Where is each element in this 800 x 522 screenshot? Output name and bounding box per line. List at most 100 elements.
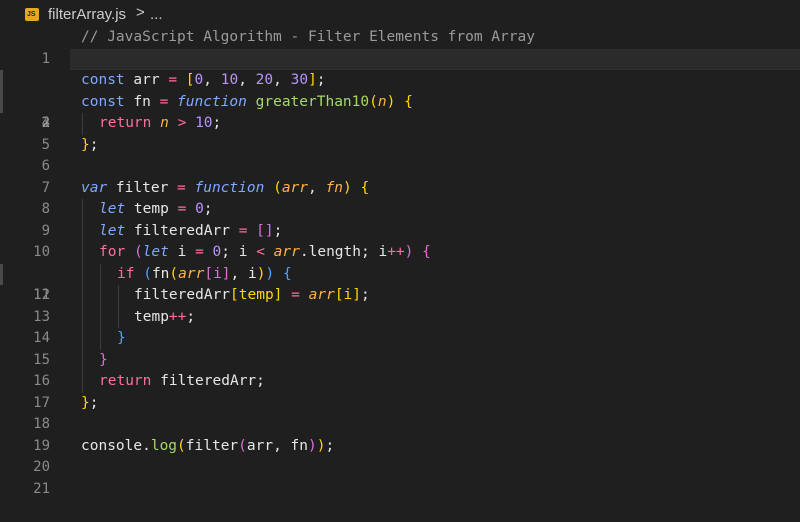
token-punctuation: ; xyxy=(256,373,265,389)
token-punctuation: ; xyxy=(316,72,326,88)
token-keyword: if xyxy=(117,265,135,282)
code-line-19[interactable]: 19 xyxy=(0,414,800,454)
code-line-21[interactable]: 21 xyxy=(0,457,800,497)
token-bracket: } xyxy=(81,136,90,153)
indent-guide xyxy=(118,285,119,307)
code-line-13[interactable]: 13 filteredArr[temp] = arr[i]; xyxy=(0,285,800,325)
token-punctuation: , xyxy=(273,72,291,88)
code-line-4[interactable]: 4 const fn = function greaterThan10(n) { xyxy=(0,92,800,132)
token-identifier: filteredArr xyxy=(134,287,231,303)
code-line-16[interactable]: 16 } xyxy=(0,349,800,389)
token-number: 0 xyxy=(195,201,204,217)
token-bracket: { xyxy=(282,265,292,282)
token-operator: = xyxy=(159,93,169,110)
token-identifier: ; i xyxy=(221,244,257,260)
indent-guide xyxy=(82,199,83,221)
code-line-8[interactable]: 8 var filter = function (arr, fn) { xyxy=(0,178,800,218)
token-keyword: return xyxy=(99,115,152,131)
code-line-6[interactable]: 6 }; xyxy=(0,135,800,175)
token-parameter: arr xyxy=(273,244,300,260)
token-bracket: { xyxy=(360,179,370,196)
token-identifier: arr xyxy=(124,72,169,88)
token-keyword: let xyxy=(99,201,126,217)
indent-guide xyxy=(100,263,101,285)
token-bracket: ( xyxy=(133,244,143,260)
token-bracket: [] xyxy=(256,222,274,239)
breadcrumb-symbol-path[interactable]: ... xyxy=(150,6,163,23)
token-keyword: const xyxy=(81,93,125,110)
indent-guide xyxy=(100,285,101,307)
token-operator: = xyxy=(195,244,204,260)
breadcrumb-file-name[interactable]: filterArray.js xyxy=(48,6,126,23)
token-identifier: filteredArr xyxy=(125,222,239,239)
token-punctuation: . xyxy=(142,437,151,454)
token-punctuation: ; xyxy=(89,136,99,153)
token-identifier: fn xyxy=(124,93,160,110)
code-line-10[interactable]: 10 let filteredArr = []; xyxy=(0,220,800,260)
token-bracket: ( xyxy=(369,93,378,110)
token-bracket: ( xyxy=(177,437,186,454)
code-line-17[interactable]: 17 return filteredArr; xyxy=(0,371,800,411)
code-line-12[interactable]: 12 if (fn(arr[i], i)) { xyxy=(0,263,800,303)
token-identifier: .length; i xyxy=(299,244,388,260)
token-punctuation: , xyxy=(203,72,221,88)
indent-guide xyxy=(82,263,83,285)
token-identifier: filter xyxy=(185,437,239,454)
indent-guide xyxy=(82,328,83,350)
token-identifier: i xyxy=(168,244,196,260)
token-punctuation: , xyxy=(308,179,326,196)
token-function-name: log xyxy=(150,437,178,454)
code-line-3[interactable]: 3 const arr = [0, 10, 20, 30]; xyxy=(0,70,800,131)
token-operator: ++ xyxy=(168,308,187,325)
code-line-7[interactable]: 7 xyxy=(0,156,800,196)
code-line-5[interactable]: 5 return n > 10; xyxy=(0,113,800,153)
token-identifier: arr, fn xyxy=(246,437,309,454)
indent-guide xyxy=(82,113,83,135)
token-bracket: [i] xyxy=(204,265,231,282)
token-keyword: function xyxy=(177,93,247,110)
code-line-14[interactable]: 14 temp++; xyxy=(0,306,800,346)
code-line-20[interactable]: 20 console.log(filter(arr, fn)); xyxy=(0,436,800,476)
token-bracket: ( xyxy=(238,437,247,454)
token-parameter: n xyxy=(160,115,169,131)
token-number: 0 xyxy=(212,244,222,260)
token-keyword: let xyxy=(99,222,126,239)
token-bracket: [ xyxy=(185,72,195,88)
token-bracket: ( xyxy=(143,265,152,282)
code-line-18[interactable]: 18 }; xyxy=(0,393,800,433)
token-bracket: ] xyxy=(308,72,317,88)
code-editor[interactable]: 1 // JavaScript Algorithm - Filter Eleme… xyxy=(0,27,800,497)
token-bracket: ( xyxy=(169,265,179,282)
token-bracket: ( xyxy=(273,179,282,196)
token-operator: < xyxy=(256,244,265,260)
token-number: 0 xyxy=(194,72,204,88)
indent-guide xyxy=(100,306,101,328)
token-operator: ++ xyxy=(387,244,405,260)
token-bracket: } xyxy=(117,330,126,346)
code-line-1[interactable]: 1 // JavaScript Algorithm - Filter Eleme… xyxy=(0,27,800,67)
token-function-name: greaterThan10 xyxy=(255,93,370,110)
chevron-right-icon: > xyxy=(136,4,145,21)
indent-guide xyxy=(82,349,83,371)
line-number: 21 xyxy=(33,480,50,497)
code-line-11[interactable]: 11 for (let i = 0; i < arr.length; i++) … xyxy=(0,242,800,303)
token-keyword: var xyxy=(81,179,108,196)
code-line-15[interactable]: 15 } xyxy=(0,328,800,368)
token-punctuation: ; xyxy=(186,308,196,325)
token-number: 10 xyxy=(220,72,239,88)
token-number: 10 xyxy=(195,115,213,131)
current-line-highlight xyxy=(70,48,800,70)
code-line-9[interactable]: 9 let temp = 0; xyxy=(0,199,800,239)
code-line-2-current[interactable]: 2 xyxy=(0,48,800,131)
indent-guide xyxy=(82,220,83,242)
token-keyword: const xyxy=(81,72,125,88)
token-identifier: filteredArr xyxy=(151,373,257,389)
indent-guide xyxy=(118,306,119,328)
